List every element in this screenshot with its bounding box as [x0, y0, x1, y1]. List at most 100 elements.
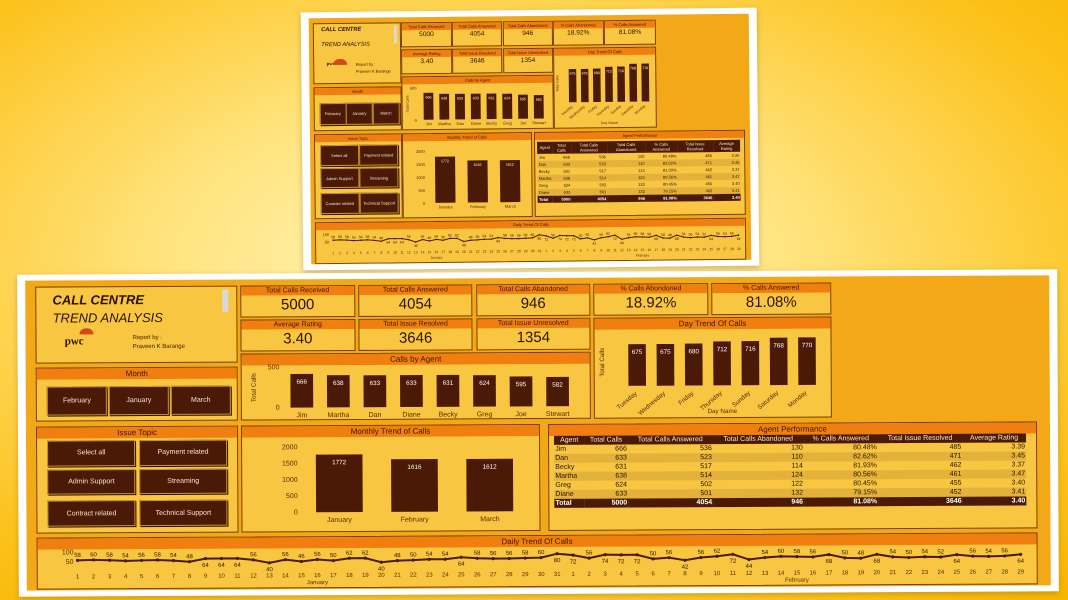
month-option-january[interactable]: January	[345, 102, 373, 126]
daily-trend-point[interactable]	[843, 556, 847, 560]
table-header[interactable]: Total Calls Abandoned	[606, 140, 646, 153]
daily-trend-point[interactable]	[360, 239, 362, 242]
issue-option-streaming[interactable]: Streaming	[359, 167, 399, 189]
month-option-february[interactable]: February	[46, 386, 107, 416]
month-option-february[interactable]: February	[319, 102, 347, 126]
daily-trend-point[interactable]	[459, 555, 464, 560]
daily-trend-point[interactable]	[76, 559, 80, 563]
daily-trend-point[interactable]	[779, 555, 783, 559]
bar[interactable]	[435, 156, 456, 203]
daily-trend-point[interactable]	[124, 559, 128, 563]
daily-trend-point[interactable]	[635, 553, 639, 557]
issue-option-technical[interactable]: Technical Support	[139, 500, 228, 526]
issue-option-payment[interactable]: Payment related	[359, 144, 399, 166]
daily-trend-point[interactable]	[172, 559, 176, 563]
daily-trend-point[interactable]	[411, 558, 416, 563]
daily-trend-point[interactable]	[859, 556, 863, 561]
daily-trend-point[interactable]	[619, 553, 623, 557]
daily-trend-point[interactable]	[891, 555, 895, 559]
issue-option-contract[interactable]: Contract related	[47, 500, 136, 527]
daily-trend-point[interactable]	[491, 557, 496, 561]
daily-trend-point[interactable]	[475, 556, 480, 561]
daily-trend-point[interactable]	[827, 553, 831, 557]
table-header[interactable]: Total Calls	[551, 141, 571, 154]
daily-trend-point[interactable]	[763, 556, 767, 560]
daily-trend-point[interactable]	[971, 554, 975, 558]
table-header[interactable]: Total Calls	[584, 435, 628, 446]
daily-trend-point[interactable]	[511, 238, 514, 240]
daily-trend-point[interactable]	[795, 555, 799, 559]
daily-trend-point[interactable]	[252, 558, 256, 562]
daily-trend-point[interactable]	[566, 235, 568, 237]
daily-trend-point[interactable]	[204, 557, 208, 561]
daily-trend-point[interactable]	[395, 559, 400, 563]
table-header[interactable]: % Calls Answered	[645, 140, 678, 153]
daily-trend-point[interactable]	[1019, 553, 1023, 557]
daily-trend-point[interactable]	[1003, 554, 1007, 558]
daily-trend-point[interactable]	[811, 555, 815, 559]
daily-trend-point[interactable]	[379, 560, 384, 565]
table-header[interactable]: Total Issue Resolved	[877, 434, 963, 444]
daily-trend-point[interactable]	[939, 555, 943, 559]
daily-trend-point[interactable]	[284, 558, 288, 562]
issue-option-admin[interactable]: Admin Support	[47, 468, 136, 495]
daily-trend-point[interactable]	[715, 554, 719, 559]
table-header[interactable]: % Calls Answered	[803, 434, 878, 444]
daily-trend-point[interactable]	[188, 560, 192, 564]
daily-trend-point[interactable]	[331, 559, 336, 563]
daily-trend-point[interactable]	[923, 555, 927, 559]
daily-trend-point[interactable]	[731, 552, 735, 557]
daily-trend-point[interactable]	[443, 557, 448, 562]
daily-trend-point[interactable]	[987, 555, 991, 559]
month-option-march[interactable]: March	[372, 101, 400, 126]
daily-trend-point[interactable]	[690, 237, 692, 239]
month-option-march[interactable]: March	[170, 385, 231, 415]
daily-trend-point[interactable]	[518, 237, 520, 240]
issue-option-technical[interactable]: Technical Support	[359, 192, 399, 214]
daily-trend-point[interactable]	[268, 561, 272, 565]
title-scrollbar[interactable]	[394, 25, 397, 44]
daily-trend-point[interactable]	[353, 239, 356, 242]
daily-trend-point[interactable]	[525, 237, 527, 240]
daily-trend-point[interactable]	[315, 558, 320, 562]
issue-option-streaming[interactable]: Streaming	[139, 468, 228, 495]
daily-trend-point[interactable]	[523, 556, 527, 560]
daily-trend-point[interactable]	[699, 556, 703, 560]
table-header[interactable]: Total Calls Answered	[627, 435, 713, 445]
daily-trend-point[interactable]	[724, 236, 727, 238]
table-header[interactable]: Agent	[554, 436, 585, 446]
daily-trend-point[interactable]	[555, 552, 559, 556]
issue-option-admin[interactable]: Admin Support	[319, 167, 360, 189]
issue-option-select-all[interactable]: Select all	[47, 440, 136, 467]
daily-trend-point[interactable]	[483, 238, 486, 241]
daily-trend-point[interactable]	[907, 556, 911, 560]
daily-trend-point[interactable]	[747, 558, 751, 562]
daily-trend-point[interactable]	[363, 556, 368, 561]
daily-trend-point[interactable]	[347, 556, 352, 561]
daily-trend-point[interactable]	[108, 558, 112, 563]
daily-trend-point[interactable]	[507, 557, 512, 561]
month-option-january[interactable]: January	[108, 386, 169, 415]
daily-trend-point[interactable]	[641, 236, 644, 238]
table-header[interactable]: Total Calls Abandoned	[712, 434, 804, 445]
daily-trend-point[interactable]	[955, 553, 959, 557]
daily-trend-point[interactable]	[92, 558, 96, 562]
table-header[interactable]: Total Calls Answered	[570, 140, 607, 154]
daily-trend-point[interactable]	[156, 558, 160, 562]
daily-trend-point[interactable]	[539, 556, 543, 560]
daily-trend-point[interactable]	[477, 239, 479, 241]
daily-trend-point[interactable]	[140, 559, 144, 563]
daily-trend-point[interactable]	[667, 556, 671, 560]
table-header[interactable]: Total Issue Resolved	[677, 139, 713, 153]
daily-trend-point[interactable]	[346, 239, 349, 242]
daily-trend-point[interactable]	[603, 553, 607, 557]
table-header[interactable]: Average Rating	[712, 139, 741, 152]
daily-trend-point[interactable]	[587, 556, 591, 560]
daily-trend-point[interactable]	[394, 238, 397, 240]
daily-trend-point[interactable]	[300, 560, 304, 564]
daily-trend-point[interactable]	[651, 557, 655, 561]
daily-trend-point[interactable]	[220, 557, 224, 561]
daily-trend-point[interactable]	[683, 558, 687, 563]
daily-trend-point[interactable]	[339, 239, 342, 241]
title-scrollbar[interactable]	[222, 289, 229, 313]
